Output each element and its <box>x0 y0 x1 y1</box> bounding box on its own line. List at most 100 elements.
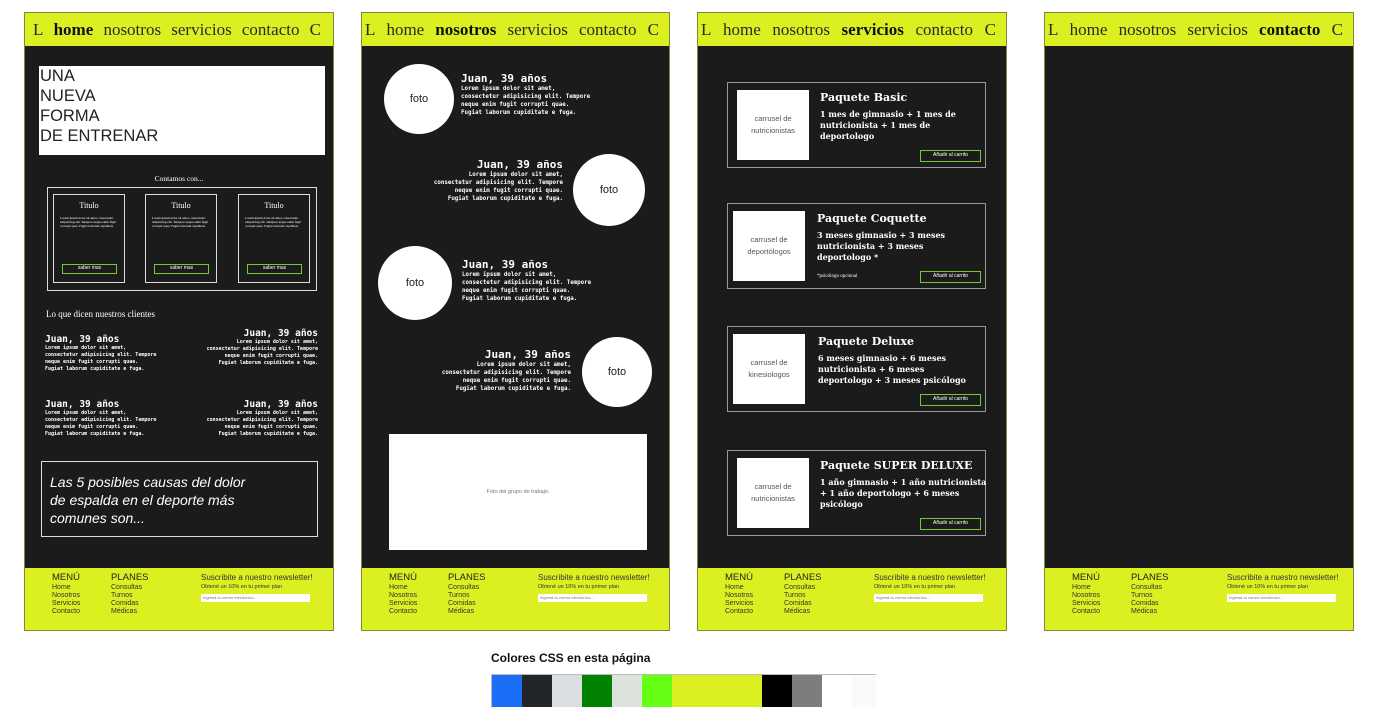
saber-mas-button[interactable]: saber mas <box>62 264 117 274</box>
footer-link[interactable]: Home <box>1072 584 1100 592</box>
nav-bar: L home nosotros servicios contacto C <box>698 13 1006 46</box>
add-to-cart-button[interactable]: Añadir al carrito <box>920 271 981 283</box>
nav-item-servicios[interactable]: servicios <box>171 20 231 40</box>
logo-left[interactable]: L <box>365 20 375 40</box>
footer-menu: MENÚ Home Nosotros Servicios Contacto <box>1072 573 1100 616</box>
color-swatch <box>852 675 876 707</box>
logo-left[interactable]: L <box>1048 20 1058 40</box>
nav-item-home[interactable]: home <box>54 20 94 40</box>
contamos-heading: Contamos con... <box>154 174 204 183</box>
footer-link[interactable]: Contacto <box>725 608 753 616</box>
logo-right[interactable]: C <box>1332 20 1343 40</box>
carousel-placeholder[interactable]: carrusel de deportólogos <box>733 211 805 281</box>
nav-item-servicios[interactable]: servicios <box>842 20 904 40</box>
testimonial-name: Juan, 39 años <box>45 399 120 410</box>
footer-link[interactable]: Turnos <box>448 592 486 600</box>
footer-link[interactable]: Contacto <box>389 608 417 616</box>
newsletter-email-field[interactable]: Ingresá tu correo electrónico... <box>1227 594 1336 602</box>
nav-item-contacto[interactable]: contacto <box>579 20 637 40</box>
footer-link[interactable]: Turnos <box>111 592 149 600</box>
footer-link[interactable]: Médicas <box>448 608 486 616</box>
footer-link[interactable]: Comidas <box>448 600 486 608</box>
footer-link[interactable]: Servicios <box>389 600 417 608</box>
testimonial-text: Lorem ipsum dolor sit amet, consectetur … <box>462 272 592 302</box>
article-line: Las 5 posibles causas del dolor <box>50 474 246 490</box>
nav-item-servicios[interactable]: servicios <box>1187 20 1247 40</box>
color-swatch <box>522 675 552 707</box>
footer-link[interactable]: Nosotros <box>1072 592 1100 600</box>
footer-link[interactable]: Servicios <box>725 600 753 608</box>
footer-newsletter: Suscribite a nuestro newsletter! Obtené … <box>538 574 650 602</box>
testimonial: Juan, 39 años Lorem ipsum dolor sit amet… <box>462 258 591 303</box>
nav-item-contacto[interactable]: contacto <box>915 20 973 40</box>
testimonial-text: Lorem ipsum dolor sit amet, consectetur … <box>45 345 157 372</box>
logo-left[interactable]: L <box>701 20 711 40</box>
logo-right[interactable]: C <box>310 20 321 40</box>
footer-link[interactable]: Nosotros <box>389 592 417 600</box>
footer-link[interactable]: Home <box>52 584 80 592</box>
nav-item-nosotros[interactable]: nosotros <box>1119 20 1177 40</box>
color-swatch <box>552 675 582 707</box>
testimonial-name: Juan, 39 años <box>462 258 549 271</box>
nosotros-page-mockup: L home nosotros servicios contacto C fot… <box>361 12 670 631</box>
article-link[interactable]: Las 5 posibles causas del dolor de espal… <box>41 461 318 537</box>
footer-link[interactable]: Médicas <box>1131 608 1169 616</box>
footer-link[interactable]: Turnos <box>1131 592 1169 600</box>
nav-item-contacto[interactable]: contacto <box>1259 20 1320 40</box>
nav-item-home[interactable]: home <box>1070 20 1108 40</box>
newsletter-subtitle: Obtené un 10% en tu primer plan <box>538 584 620 590</box>
nav-item-home[interactable]: home <box>386 20 424 40</box>
add-to-cart-button[interactable]: Añadir al carrito <box>920 394 981 406</box>
newsletter-email-field[interactable]: Ingresá tu correo electrónico... <box>874 594 983 602</box>
servicios-page-mockup: L home nosotros servicios contacto C car… <box>697 12 1007 631</box>
nav-item-home[interactable]: home <box>723 20 761 40</box>
footer-link[interactable]: Nosotros <box>52 592 80 600</box>
footer-link[interactable]: Servicios <box>1072 600 1100 608</box>
footer-link[interactable]: Médicas <box>784 608 822 616</box>
footer: MENÚ Home Nosotros Servicios Contacto PL… <box>25 568 333 630</box>
logo-right[interactable]: C <box>985 20 996 40</box>
footer-link[interactable]: Contacto <box>1072 608 1100 616</box>
nav-item-contacto[interactable]: contacto <box>242 20 300 40</box>
carousel-placeholder[interactable]: carrusel de nutricionistas <box>737 458 809 528</box>
add-to-cart-button[interactable]: Añadir al carrito <box>920 150 981 162</box>
logo-right[interactable]: C <box>648 20 659 40</box>
add-to-cart-button[interactable]: Añadir al carrito <box>920 518 981 530</box>
testimonial-text: Lorem ipsum dolor sit amet, consectetur … <box>441 362 571 392</box>
nav-bar: L home nosotros servicios contacto C <box>362 13 669 46</box>
footer-link[interactable]: Médicas <box>111 608 149 616</box>
nav-item-nosotros[interactable]: nosotros <box>772 20 830 40</box>
footer-link[interactable]: Consultas <box>784 584 822 592</box>
newsletter-subtitle: Obtené un 10% en tu primer plan <box>201 584 283 590</box>
footer-link[interactable]: Comidas <box>1131 600 1169 608</box>
card-body: Lorem ipsum dolor sit amet, consectetur … <box>152 216 208 228</box>
footer-newsletter: Suscribite a nuestro newsletter! Obtené … <box>874 574 986 602</box>
footer-link[interactable]: Nosotros <box>725 592 753 600</box>
footer-link[interactable]: Home <box>389 584 417 592</box>
footer-link[interactable]: Comidas <box>111 600 149 608</box>
nav-item-nosotros[interactable]: nosotros <box>435 20 496 40</box>
footer-link[interactable]: Contacto <box>52 608 80 616</box>
newsletter-email-field[interactable]: Ingresá tu correo electrónico... <box>201 594 310 602</box>
newsletter-email-field[interactable]: Ingresá tu correo electrónico... <box>538 594 647 602</box>
footer-link[interactable]: Consultas <box>111 584 149 592</box>
testimonial-name: Juan, 39 años <box>243 328 318 339</box>
card-title: Titulo <box>79 201 99 210</box>
nav-item-servicios[interactable]: servicios <box>507 20 567 40</box>
carousel-placeholder[interactable]: carrusel de kinesiologos <box>733 334 805 404</box>
saber-mas-button[interactable]: saber mas <box>154 264 209 274</box>
saber-mas-button[interactable]: saber mas <box>247 264 302 274</box>
footer-link[interactable]: Comidas <box>784 600 822 608</box>
footer-link[interactable]: Home <box>725 584 753 592</box>
nav-item-nosotros[interactable]: nosotros <box>103 20 161 40</box>
footer-link[interactable]: Consultas <box>448 584 486 592</box>
logo-left[interactable]: L <box>33 20 43 40</box>
footer-link[interactable]: Consultas <box>1131 584 1169 592</box>
color-swatch <box>672 675 702 707</box>
carousel-placeholder[interactable]: carrusel de nutricionistas <box>737 90 809 160</box>
footer-link[interactable]: Servicios <box>52 600 80 608</box>
package-title: Paquete Deluxe <box>818 335 914 348</box>
footer-link[interactable]: Turnos <box>784 592 822 600</box>
footer-plans: PLANES Consultas Turnos Comidas Médicas <box>111 573 149 616</box>
footer-plans-title: PLANES <box>448 572 486 583</box>
